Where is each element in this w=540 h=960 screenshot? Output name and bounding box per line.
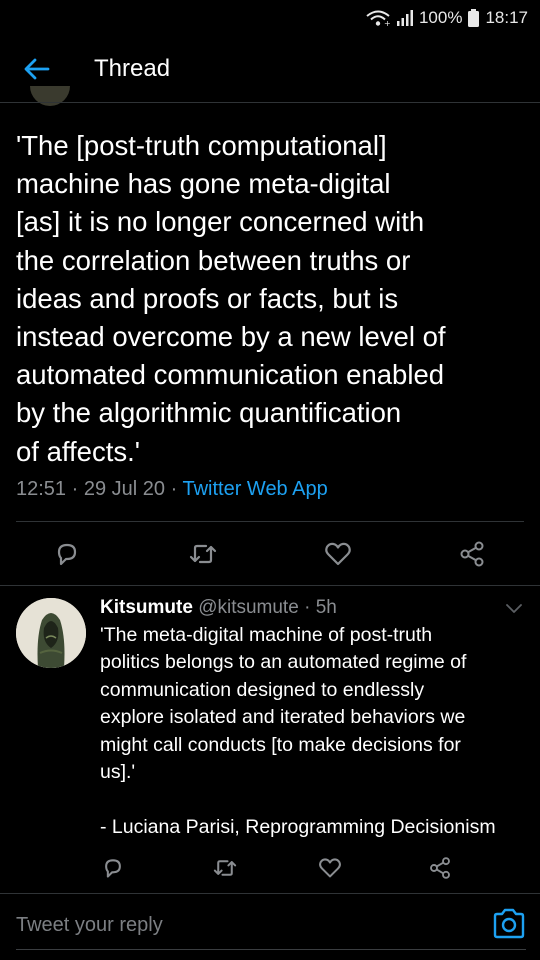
reply-actions: [0, 850, 540, 886]
reply-menu-button[interactable]: [504, 598, 524, 623]
battery-icon: [468, 9, 480, 27]
battery-percent: 100%: [418, 8, 463, 27]
signal-icon: [396, 10, 413, 26]
retweet-icon: [189, 544, 217, 564]
actions-divider: [0, 585, 540, 586]
share-icon: [460, 541, 484, 567]
main-tweet-actions: [0, 534, 540, 574]
reply-icon: [105, 859, 121, 878]
reply-tweet-text: 'The meta-digital machine of post-truth …: [100, 624, 496, 838]
retweet-icon: [213, 860, 237, 876]
reply-button[interactable]: [51, 538, 83, 570]
reply-icon: [57, 543, 77, 566]
wifi-icon: +: [365, 9, 391, 27]
meta-divider: [16, 521, 524, 522]
reply-author-handle[interactable]: @kitsumute: [198, 597, 299, 618]
retweet-button[interactable]: [187, 538, 219, 570]
tweet-time: 12:51: [16, 478, 67, 500]
reply-header: Kitsumute @kitsumute · 5h: [100, 597, 337, 619]
reply-composer: [0, 894, 540, 960]
reply-retweet-button[interactable]: [211, 854, 239, 882]
back-arrow-icon: [24, 58, 50, 80]
reply-separator: ·: [304, 597, 311, 618]
reply-input[interactable]: [16, 908, 456, 942]
reply-age: 5h: [315, 597, 337, 618]
chevron-down-icon: [506, 604, 522, 613]
previous-tweet-avatar[interactable]: [30, 86, 70, 106]
avatar[interactable]: [16, 598, 86, 668]
like-icon: [319, 858, 341, 878]
share-button[interactable]: [456, 538, 488, 570]
tweet-meta: 12:51 · 29 Jul 20 · Twitter Web App: [16, 478, 328, 501]
meta-separator: ·: [170, 478, 178, 500]
reply-author-name[interactable]: Kitsumute: [100, 597, 193, 618]
share-icon: [430, 857, 450, 879]
like-icon: [325, 542, 351, 566]
clock: 18:17: [485, 8, 528, 27]
main-tweet-text: 'The [post-truth computational] machine …: [16, 130, 446, 467]
camera-icon: [493, 908, 525, 939]
reply-like-button[interactable]: [316, 854, 344, 882]
reply-reply-button[interactable]: [99, 854, 127, 882]
tweet-source-link[interactable]: Twitter Web App: [182, 478, 327, 500]
page-title: Thread: [94, 55, 171, 82]
tweet-date: 29 Jul 20: [83, 478, 166, 500]
svg-text:+: +: [384, 19, 391, 27]
camera-button[interactable]: [492, 908, 526, 940]
reply-input-underline: [16, 949, 526, 950]
app-bar-divider: [0, 102, 540, 103]
status-bar: + 100% 18:17: [0, 0, 540, 36]
like-button[interactable]: [322, 538, 354, 570]
app-bar: Thread: [0, 36, 540, 102]
reply-share-button[interactable]: [426, 854, 454, 882]
meta-separator: ·: [71, 478, 79, 500]
